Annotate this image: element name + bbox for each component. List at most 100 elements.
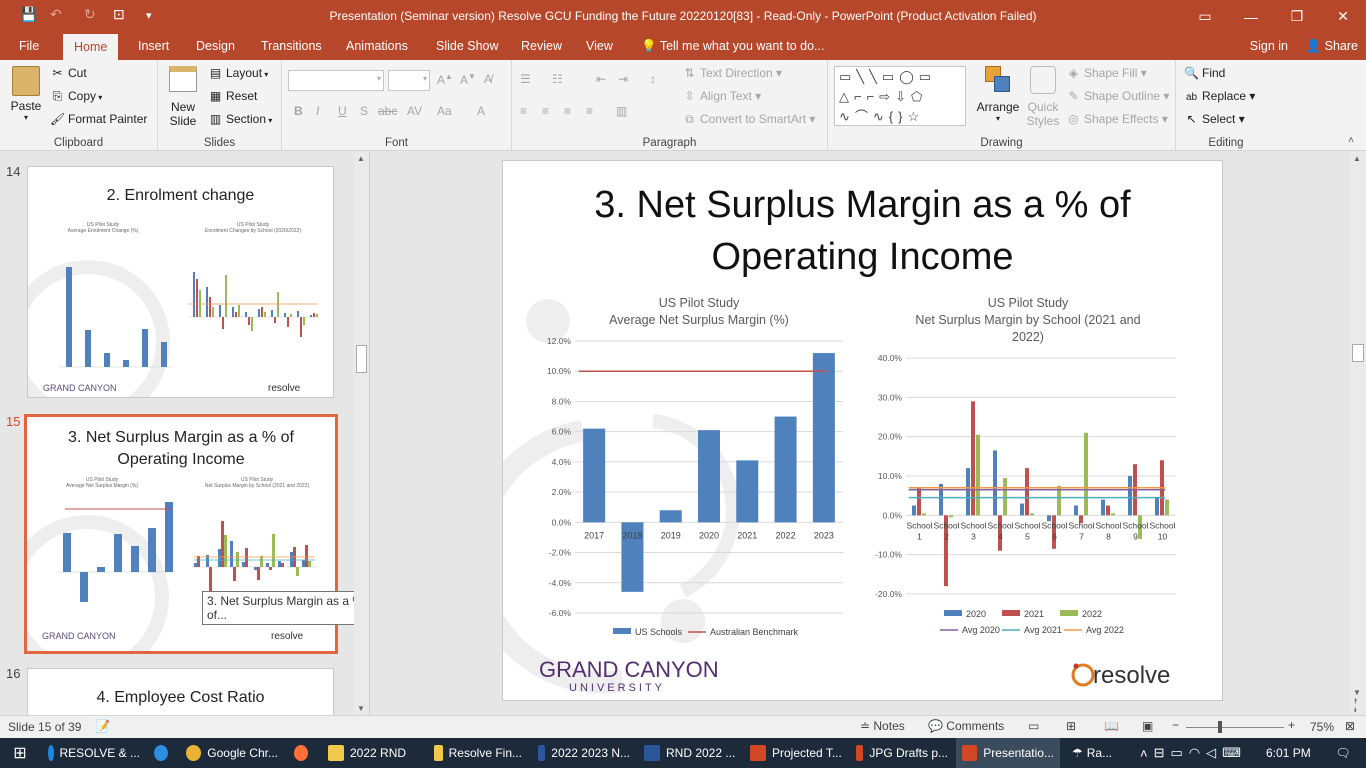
font-color-icon[interactable]: A	[477, 104, 485, 118]
copy-button[interactable]: ⎘ Copy ▾	[50, 89, 103, 104]
shapes-gallery[interactable]: ▭╲╲▭◯▭ △⌐⌐⇨⇩⬠ ∿⌒∿{}☆	[834, 66, 966, 126]
slide-show-icon[interactable]: ▣	[1142, 719, 1153, 733]
save-icon[interactable]: 💾	[20, 6, 37, 23]
italic-icon[interactable]: I	[316, 104, 319, 118]
taskbar-word-rnd-2022[interactable]: RND 2022 ...	[638, 738, 742, 768]
select-button[interactable]: ↖ Select ▾	[1184, 112, 1244, 126]
scrollbar-thumb[interactable]	[356, 345, 367, 373]
bullets-icon[interactable]: ☰	[520, 72, 531, 86]
spell-check-icon[interactable]: 📝	[95, 719, 110, 733]
taskbar-word-2022-2023[interactable]: 2022 2023 N...	[532, 738, 636, 768]
increase-indent-icon[interactable]: ⇥	[618, 72, 628, 86]
zoom-slider-thumb[interactable]	[1218, 721, 1222, 733]
tell-me-box[interactable]: 💡 Tell me what you want to do...	[630, 33, 835, 60]
taskbar-firefox[interactable]	[288, 738, 320, 768]
redo-icon[interactable]: ↻	[84, 6, 96, 23]
align-left-icon[interactable]: ≡	[520, 104, 527, 118]
clear-formatting-icon[interactable]: A̸	[484, 72, 492, 86]
text-direction-button[interactable]: ⇅ Text Direction ▾	[682, 66, 782, 80]
slide-sorter-icon[interactable]: ⊞	[1066, 719, 1076, 733]
scroll-up-icon[interactable]: ▲	[1353, 154, 1361, 163]
volume-icon[interactable]: ◁	[1206, 745, 1222, 761]
format-painter-button[interactable]: 🖌 Format Painter	[50, 112, 147, 126]
tab-view[interactable]: View	[575, 33, 624, 60]
customize-qat-icon[interactable]: ▾	[146, 9, 152, 22]
tab-animations[interactable]: Animations	[335, 33, 419, 60]
shape-outline-button[interactable]: ✎ Shape Outline ▾	[1066, 89, 1169, 103]
numbering-icon[interactable]: ☷	[552, 72, 563, 86]
ribbon-display-options-icon[interactable]: ▭	[1182, 0, 1228, 33]
zoom-level[interactable]: 75%	[1310, 720, 1334, 734]
scrollbar-thumb[interactable]	[1352, 344, 1364, 362]
scroll-up-icon[interactable]: ▲	[357, 154, 365, 163]
scroll-down-icon[interactable]: ▼	[1353, 688, 1361, 697]
restore-button[interactable]: ❐	[1274, 0, 1320, 33]
decrease-indent-icon[interactable]: ⇤	[596, 72, 606, 86]
zoom-slider[interactable]	[1186, 721, 1284, 733]
font-name-box[interactable]: ▾	[288, 70, 384, 91]
slide-scrollbar[interactable]: ▲ ▼ ⯭ ⯯	[1350, 152, 1366, 715]
reading-view-icon[interactable]: 📖	[1104, 719, 1119, 733]
normal-view-icon[interactable]: ▭	[1028, 719, 1039, 733]
scroll-down-icon[interactable]: ▼	[357, 704, 365, 713]
reset-button[interactable]: ▦ Reset	[208, 89, 258, 103]
system-tray[interactable]: ˄ ⊟ ▭ ◠ ◁ ⌨	[1134, 738, 1264, 768]
justify-icon[interactable]: ≡	[586, 104, 593, 118]
strikethrough-icon[interactable]: abc	[378, 104, 397, 118]
convert-smartart-button[interactable]: ⧉ Convert to SmartArt ▾	[682, 112, 815, 127]
bold-icon[interactable]: B	[294, 104, 303, 118]
paste-button[interactable]: Paste ▾	[8, 66, 44, 122]
columns-icon[interactable]: ▥	[616, 104, 627, 118]
new-slide-button[interactable]: New Slide	[164, 66, 202, 128]
collapse-ribbon-icon[interactable]: ˄	[1348, 135, 1354, 146]
sign-in-link[interactable]: Sign in	[1250, 33, 1288, 60]
section-button[interactable]: ▥ Section ▾	[208, 112, 272, 126]
underline-icon[interactable]: U	[338, 104, 347, 118]
action-center-icon[interactable]: 🗨	[1320, 738, 1366, 768]
arrange-button[interactable]: Arrange ▾	[976, 66, 1020, 123]
taskbar-weather[interactable]: ☂ Ra...	[1066, 738, 1130, 768]
slide-editor[interactable]: 3. Net Surplus Margin as a % of Operating…	[502, 160, 1223, 701]
character-spacing-icon[interactable]: AV	[407, 104, 422, 118]
tab-design[interactable]: Design	[185, 33, 246, 60]
wifi-icon[interactable]: ◠	[1189, 745, 1206, 761]
layout-button[interactable]: ▤ Layout ▾	[208, 66, 268, 80]
show-hidden-icons-icon[interactable]: ˄	[1140, 746, 1154, 761]
taskbar-edge-resolve[interactable]: RESOLVE & ...	[42, 738, 146, 768]
shadow-icon[interactable]: S	[360, 104, 368, 118]
share-button[interactable]: 👤 Share	[1306, 33, 1358, 60]
taskbar-powerpoint-jpg-drafts[interactable]: JPG Drafts p...	[850, 738, 954, 768]
font-size-box[interactable]: ▾	[388, 70, 430, 91]
shape-effects-button[interactable]: ◎ Shape Effects ▾	[1066, 112, 1168, 126]
taskbar-powerpoint-projected[interactable]: Projected T...	[744, 738, 848, 768]
clock[interactable]: 6:01 PM	[1260, 738, 1320, 768]
slide-thumbnail-14[interactable]: 2. Enrolment change US Pilot Study Averag…	[27, 166, 334, 398]
tab-file[interactable]: File	[8, 33, 50, 60]
battery-icon[interactable]: ▭	[1171, 745, 1189, 761]
undo-icon[interactable]: ↶	[50, 6, 62, 23]
next-slide-icon[interactable]: ⯯	[1353, 705, 1358, 715]
align-text-button[interactable]: ⇳ Align Text ▾	[682, 89, 761, 103]
replace-button[interactable]: ab Replace ▾	[1184, 89, 1255, 103]
align-center-icon[interactable]: ≡	[542, 104, 549, 118]
start-button[interactable]: ⊞	[0, 738, 40, 768]
decrease-font-size-icon[interactable]: A▼	[460, 72, 476, 87]
minimize-button[interactable]: —	[1228, 0, 1274, 33]
quick-styles-button[interactable]: Quick Styles	[1024, 66, 1062, 128]
zoom-out-icon[interactable]: −	[1172, 718, 1179, 732]
network-icon[interactable]: ⊟	[1154, 745, 1171, 761]
shape-fill-button[interactable]: ◈ Shape Fill ▾	[1066, 66, 1147, 80]
tab-review[interactable]: Review	[510, 33, 573, 60]
tab-insert[interactable]: Insert	[127, 33, 180, 60]
taskbar-folder-resolve-fin[interactable]: Resolve Fin...	[428, 738, 528, 768]
tab-home[interactable]: Home	[63, 33, 119, 60]
thumbnail-scrollbar[interactable]: ▲ ▼	[354, 152, 369, 715]
fit-to-window-icon[interactable]: ⊠	[1345, 719, 1355, 733]
find-button[interactable]: 🔍 Find	[1184, 66, 1225, 80]
taskbar-powerpoint-presentation[interactable]: Presentatio...	[956, 738, 1060, 768]
present-from-start-icon[interactable]: ⊡	[113, 6, 125, 23]
keyboard-icon[interactable]: ⌨	[1222, 745, 1247, 761]
close-button[interactable]: ✕	[1320, 0, 1366, 33]
tab-slide-show[interactable]: Slide Show	[425, 33, 510, 60]
taskbar-internet-explorer[interactable]	[148, 738, 180, 768]
